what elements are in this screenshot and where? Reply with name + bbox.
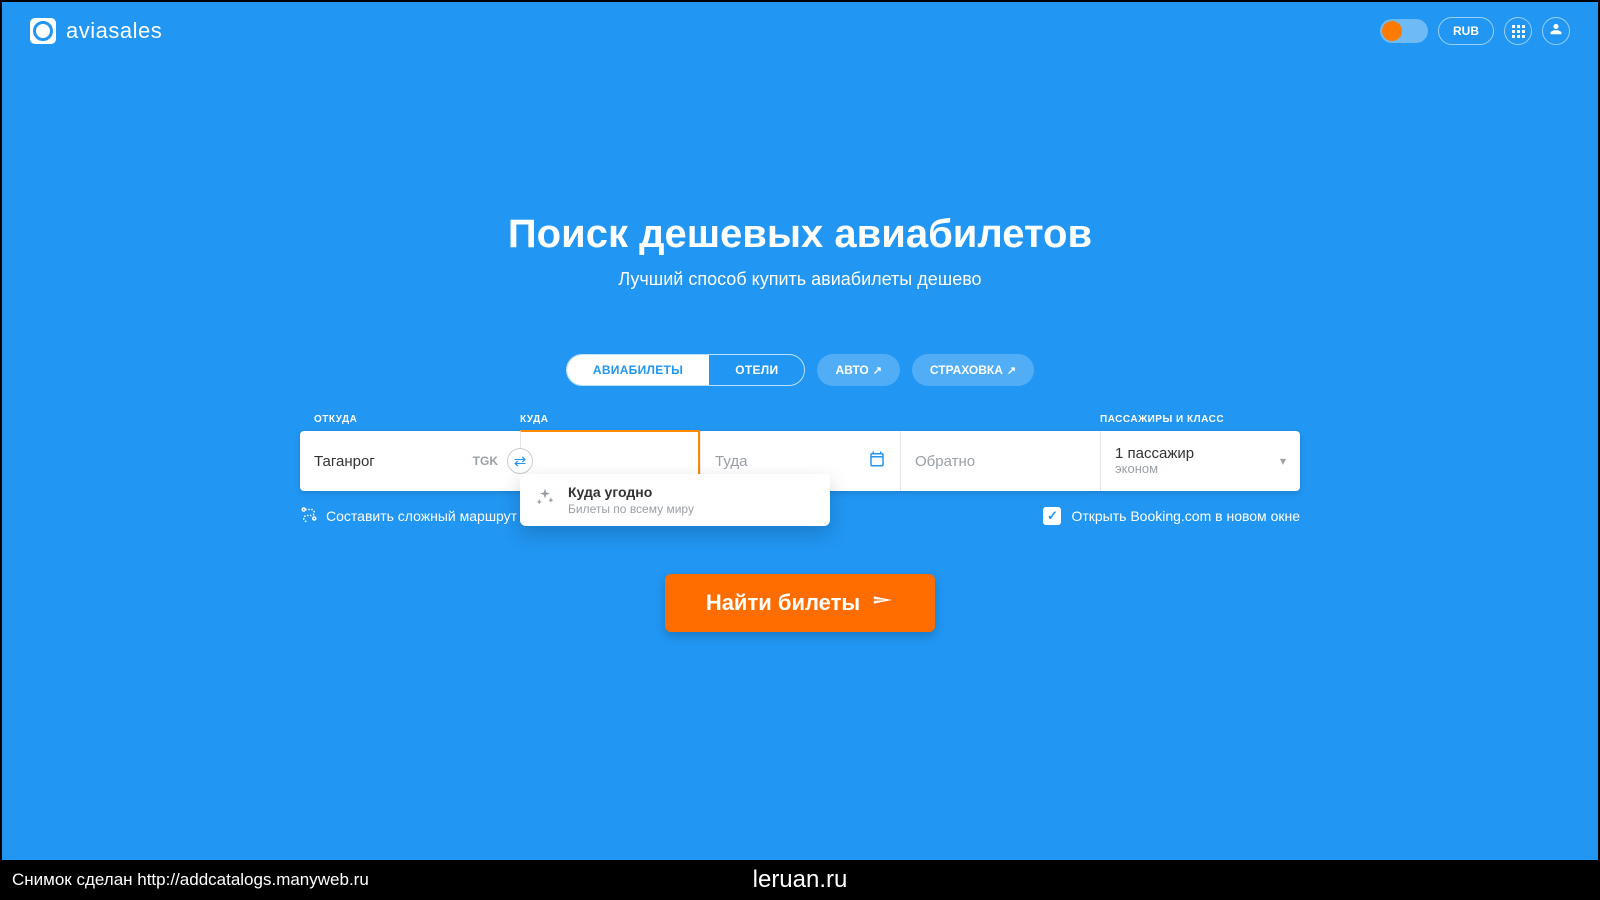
return-date-field[interactable]: Обратно [900, 431, 1100, 491]
tab-insurance-label: СТРАХОВКА [930, 363, 1003, 377]
header: aviasales RUB [2, 2, 1598, 52]
user-icon [1549, 22, 1563, 41]
search-button[interactable]: Найти билеты [665, 574, 935, 632]
profile-button[interactable] [1542, 17, 1570, 45]
chevron-down-icon: ▾ [1280, 454, 1286, 468]
passengers-count: 1 пассажир [1115, 445, 1194, 462]
open-booking-label: Открыть Booking.com в новом окне [1071, 508, 1300, 524]
origin-iata-code: TGK [473, 454, 498, 468]
tab-flights[interactable]: АВИАБИЛЕТЫ [567, 355, 709, 385]
destination-suggestion-dropdown: Куда угодно Билеты по всему миру [520, 474, 830, 526]
checkbox-icon: ✓ [1043, 507, 1061, 525]
depart-placeholder: Туда [715, 453, 747, 470]
tab-group-main: АВИАБИЛЕТЫ ОТЕЛИ [566, 354, 806, 386]
product-tabs: АВИАБИЛЕТЫ ОТЕЛИ АВТО ↗ СТРАХОВКА ↗ [2, 354, 1598, 386]
currency-button[interactable]: RUB [1438, 17, 1494, 45]
passengers-field[interactable]: 1 пассажир эконом ▾ [1100, 431, 1300, 491]
label-passengers: ПАССАЖИРЫ И КЛАСС [1100, 414, 1300, 425]
plane-icon [872, 589, 894, 617]
open-booking-checkbox[interactable]: ✓ Открыть Booking.com в новом окне [1043, 507, 1300, 525]
return-placeholder: Обратно [915, 453, 975, 470]
tab-cars-label: АВТО [835, 363, 868, 377]
footer-center-text: leruan.ru [753, 866, 848, 894]
field-labels-row: ОТКУДА КУДА ПАССАЖИРЫ И КЛАСС [300, 414, 1300, 425]
brand-logo-icon [30, 18, 56, 44]
anywhere-icon [534, 486, 556, 508]
hero: Поиск дешевых авиабилетов Лучший способ … [2, 212, 1598, 290]
apps-button[interactable] [1504, 17, 1532, 45]
route-icon [300, 505, 318, 526]
hero-title: Поиск дешевых авиабилетов [2, 212, 1598, 257]
tab-cars[interactable]: АВТО ↗ [817, 354, 899, 386]
origin-field[interactable]: Таганрог TGK ⇄ [300, 431, 520, 491]
label-from: ОТКУДА [300, 414, 520, 425]
cabin-class: эконом [1115, 462, 1194, 477]
footer-left-text: Снимок сделан http://addcatalogs.manyweb… [2, 870, 369, 890]
tab-insurance[interactable]: СТРАХОВКА ↗ [912, 354, 1034, 386]
suggestion-subtitle: Билеты по всему миру [568, 502, 694, 516]
multi-city-label: Составить сложный маршрут [326, 508, 517, 524]
origin-value: Таганрог [314, 453, 473, 470]
currency-label: RUB [1453, 24, 1479, 38]
search-button-label: Найти билеты [706, 590, 860, 616]
page-footer: Снимок сделан http://addcatalogs.manyweb… [2, 862, 1598, 898]
multi-city-link[interactable]: Составить сложный маршрут [300, 505, 517, 526]
brand-name: aviasales [66, 18, 162, 44]
brand[interactable]: aviasales [30, 18, 162, 44]
night-mode-toggle[interactable] [1380, 19, 1428, 43]
swap-icon: ⇄ [514, 452, 527, 470]
suggestion-title: Куда угодно [568, 484, 694, 500]
apps-grid-icon [1512, 25, 1525, 38]
search-form: ОТКУДА КУДА ПАССАЖИРЫ И КЛАСС Таганрог T… [300, 414, 1300, 632]
external-link-icon: ↗ [873, 364, 882, 377]
external-link-icon: ↗ [1007, 364, 1016, 377]
hero-subtitle: Лучший способ купить авиабилеты дешево [2, 269, 1598, 290]
swap-button[interactable]: ⇄ [507, 448, 533, 474]
tab-hotels-label: ОТЕЛИ [735, 363, 778, 377]
tab-flights-label: АВИАБИЛЕТЫ [593, 363, 683, 377]
label-to: КУДА [520, 414, 700, 425]
suggestion-item-anywhere[interactable]: Куда угодно Билеты по всему миру [568, 484, 694, 516]
calendar-icon [868, 450, 886, 472]
tab-hotels[interactable]: ОТЕЛИ [709, 355, 804, 385]
